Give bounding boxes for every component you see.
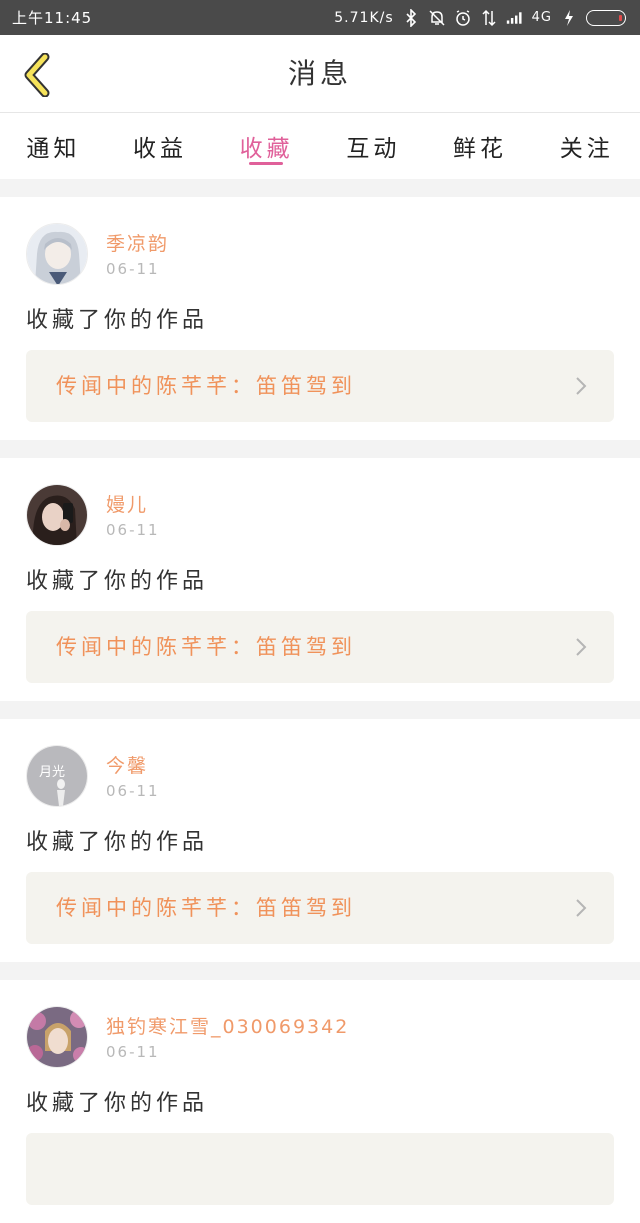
message-date: 06-11: [106, 521, 160, 539]
avatar[interactable]: [26, 484, 88, 546]
tab-interactions[interactable]: 互动: [320, 113, 427, 179]
alarm-icon: [454, 9, 472, 27]
work-title: 传闻中的陈芊芊：笛笛驾到: [56, 635, 356, 659]
separator: [0, 440, 640, 458]
user-name[interactable]: 嫚儿: [106, 490, 148, 517]
tab-flowers[interactable]: 鲜花: [427, 113, 534, 179]
chevron-right-icon: [576, 899, 587, 917]
tab-earnings[interactable]: 收益: [107, 113, 214, 179]
network-type: 4G: [531, 10, 552, 25]
avatar[interactable]: 月光: [26, 745, 88, 807]
user-name[interactable]: 季凉韵: [106, 229, 169, 256]
page-title: 消息: [287, 57, 352, 90]
work-link[interactable]: 传闻中的陈芊芊：笛笛驾到: [26, 611, 614, 683]
navigation-bar: 消息: [0, 35, 640, 113]
bluetooth-icon: [402, 8, 420, 27]
avatar[interactable]: [26, 223, 88, 285]
tab-favorites[interactable]: 收藏: [213, 113, 320, 179]
work-link[interactable]: 传闻中的陈芊芊：笛笛驾到: [26, 350, 614, 422]
tab-following[interactable]: 关注: [533, 113, 640, 179]
status-icons: 5.71K/s 4G: [334, 8, 626, 27]
avatar-caption: 月光: [39, 765, 65, 780]
tab-bar: 通知 收益 收藏 互动 鲜花 关注: [0, 113, 640, 179]
message-card: 独钓寒江雪_030069342 06-11 收藏了你的作品: [0, 980, 640, 1223]
avatar[interactable]: [26, 1006, 88, 1068]
chevron-right-icon: [576, 377, 587, 395]
action-text: 收藏了你的作品: [26, 1091, 209, 1116]
action-text: 收藏了你的作品: [26, 830, 209, 855]
chevron-right-icon: [576, 638, 587, 656]
separator: [0, 701, 640, 719]
battery-icon: [586, 9, 626, 26]
separator: [0, 179, 640, 197]
work-title: 传闻中的陈芊芊：笛笛驾到: [56, 374, 356, 398]
charging-icon: [560, 9, 578, 27]
signal-icon: [506, 9, 524, 27]
data-arrows-icon: [480, 9, 498, 27]
user-name[interactable]: 独钓寒江雪_030069342: [106, 1012, 349, 1039]
action-text: 收藏了你的作品: [26, 308, 209, 333]
message-card: 月光 今馨 06-11 收藏了你的作品 传闻中的陈芊芊：笛笛驾到: [0, 719, 640, 962]
message-date: 06-11: [106, 782, 160, 800]
message-card: 嫚儿 06-11 收藏了你的作品 传闻中的陈芊芊：笛笛驾到: [0, 458, 640, 701]
separator: [0, 962, 640, 980]
message-list: 季凉韵 06-11 收藏了你的作品 传闻中的陈芊芊：笛笛驾到 嫚儿 06-11 …: [0, 179, 640, 1223]
message-date: 06-11: [106, 260, 160, 278]
tab-notifications[interactable]: 通知: [0, 113, 107, 179]
status-time: 上午11:45: [12, 9, 93, 27]
message-date: 06-11: [106, 1043, 160, 1061]
status-bar: 上午11:45 5.71K/s 4G: [0, 0, 640, 35]
message-card: 季凉韵 06-11 收藏了你的作品 传闻中的陈芊芊：笛笛驾到: [0, 197, 640, 440]
user-name[interactable]: 今馨: [106, 751, 148, 778]
work-title: 传闻中的陈芊芊：笛笛驾到: [56, 896, 356, 920]
mute-bell-icon: [428, 9, 446, 27]
action-text: 收藏了你的作品: [26, 569, 209, 594]
work-link[interactable]: [26, 1133, 614, 1205]
network-speed: 5.71K/s: [334, 9, 394, 26]
work-link[interactable]: 传闻中的陈芊芊：笛笛驾到: [26, 872, 614, 944]
